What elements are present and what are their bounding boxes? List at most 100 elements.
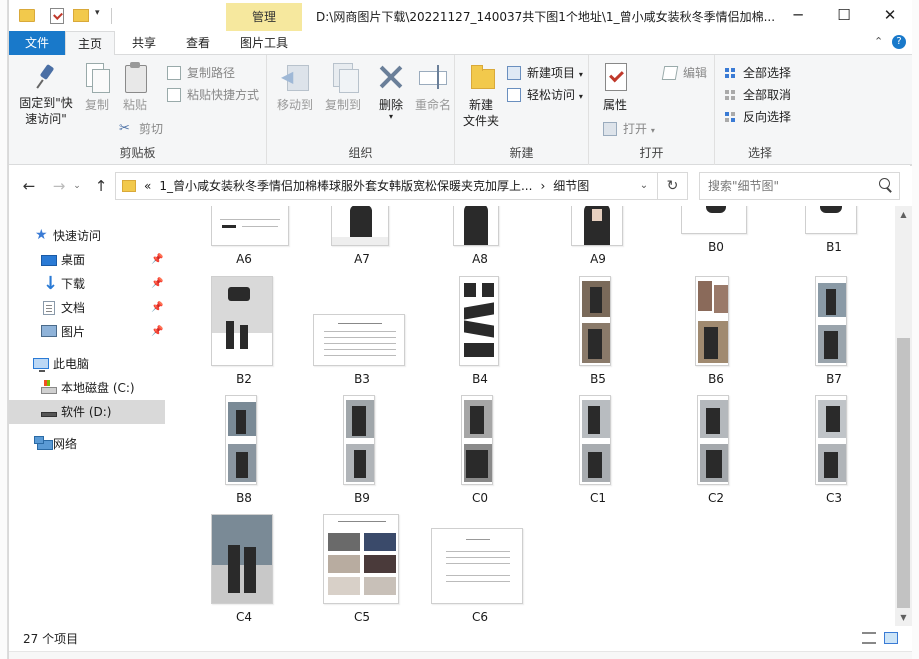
folder-icon bbox=[19, 9, 35, 22]
list-item[interactable]: B7 bbox=[775, 274, 893, 393]
collapse-ribbon-icon[interactable]: ⌃ bbox=[874, 35, 883, 48]
recent-locations-chevron-icon[interactable]: ⌄ bbox=[71, 176, 83, 196]
list-item[interactable]: C6 bbox=[421, 512, 539, 626]
copy-to-button[interactable]: 复制到 bbox=[323, 61, 363, 113]
tab-file[interactable]: 文件 bbox=[9, 31, 65, 55]
properties-quick-icon[interactable] bbox=[50, 8, 64, 24]
search-input[interactable] bbox=[700, 173, 870, 199]
copy-path-button[interactable]: 复制路径 bbox=[167, 63, 235, 83]
cut-button[interactable]: 剪切 bbox=[119, 119, 163, 139]
nav-pictures[interactable]: 图片 📌 bbox=[9, 320, 165, 344]
new-folder-quick-icon[interactable] bbox=[73, 9, 89, 22]
breadcrumb-overflow[interactable]: « bbox=[144, 179, 151, 193]
address-dropdown-icon[interactable]: ⌄ bbox=[632, 173, 656, 199]
list-item[interactable]: B5 bbox=[539, 274, 657, 393]
maximize-button[interactable]: ☐ bbox=[821, 0, 867, 31]
scrollbar-thumb[interactable] bbox=[897, 338, 910, 608]
list-item[interactable]: C2 bbox=[657, 393, 775, 512]
list-item[interactable]: B4 bbox=[421, 274, 539, 393]
pin-quick-access-button[interactable]: 固定到"快速访问" bbox=[15, 61, 77, 127]
list-item[interactable]: C1 bbox=[539, 393, 657, 512]
details-view-icon[interactable] bbox=[862, 632, 876, 644]
context-tab-manage[interactable]: 管理 bbox=[226, 3, 302, 31]
file-name: C3 bbox=[825, 491, 842, 505]
paste-button[interactable]: 粘贴 bbox=[115, 61, 155, 113]
close-button[interactable]: ✕ bbox=[867, 0, 913, 31]
list-item[interactable]: A7 bbox=[303, 206, 421, 266]
open-button[interactable]: 打开 ▾ bbox=[603, 119, 655, 139]
group-new: 新建 文件夹 新建项目 ▾ 轻松访问 ▾ 新建 bbox=[455, 55, 589, 165]
nav-this-pc[interactable]: 此电脑 bbox=[9, 352, 165, 376]
list-item[interactable]: B3 bbox=[303, 274, 421, 393]
list-item[interactable]: A8 bbox=[421, 206, 539, 266]
scroll-up-icon[interactable]: ▲ bbox=[895, 206, 912, 223]
properties-button[interactable]: 属性 bbox=[595, 61, 635, 113]
forward-arrow-icon[interactable]: → bbox=[49, 176, 69, 196]
nav-quick-access[interactable]: ★ 快速访问 bbox=[9, 224, 165, 248]
rename-button[interactable]: 重命名 bbox=[413, 61, 453, 113]
list-item[interactable]: B8 bbox=[185, 393, 303, 512]
up-arrow-icon[interactable]: ↑ bbox=[91, 176, 111, 196]
back-arrow-icon[interactable]: ← bbox=[19, 176, 39, 196]
large-icons-view-icon[interactable] bbox=[884, 632, 898, 644]
nav-local-disk-c[interactable]: 本地磁盘 (C:) bbox=[9, 376, 165, 400]
move-to-button[interactable]: 移动到 bbox=[275, 61, 315, 113]
select-none-button[interactable]: 全部取消 bbox=[723, 85, 791, 105]
address-bar[interactable]: «1_曾小咸女装秋冬季情侣加棉棒球服外套女韩版宽松保暖夹克加厚上... › 细节图 … bbox=[115, 172, 658, 200]
tab-picture-tools[interactable]: 图片工具 bbox=[229, 31, 299, 55]
new-item-button[interactable]: 新建项目 ▾ bbox=[507, 63, 583, 83]
file-name: A7 bbox=[354, 252, 370, 266]
copy-button[interactable]: 复制 bbox=[77, 61, 117, 113]
new-item-dropdown-icon: ▾ bbox=[578, 70, 583, 79]
minimize-button[interactable]: ─ bbox=[775, 0, 821, 31]
nav-desktop[interactable]: 桌面 📌 bbox=[9, 248, 165, 272]
list-item[interactable]: B6 bbox=[657, 274, 775, 393]
list-item[interactable]: B2 bbox=[185, 274, 303, 393]
list-item[interactable]: B1 bbox=[775, 206, 893, 254]
refresh-icon[interactable]: ↻ bbox=[658, 172, 688, 200]
breadcrumb-current[interactable]: 细节图 bbox=[553, 179, 589, 193]
file-name: A6 bbox=[236, 252, 252, 266]
invert-selection-button[interactable]: 反向选择 bbox=[723, 107, 791, 127]
folder-icon bbox=[122, 180, 136, 192]
search-icon[interactable] bbox=[879, 178, 893, 192]
edit-label: 编辑 bbox=[683, 66, 708, 80]
nav-network[interactable]: 网络 bbox=[9, 432, 165, 456]
scroll-down-icon[interactable]: ▼ bbox=[895, 609, 912, 626]
tab-home[interactable]: 主页 bbox=[65, 31, 115, 56]
list-item[interactable]: C4 bbox=[185, 512, 303, 626]
list-item[interactable]: C0 bbox=[421, 393, 539, 512]
thumbnail bbox=[695, 276, 729, 366]
item-count: 27 个项目 bbox=[23, 632, 79, 646]
pin-icon[interactable]: 📌 bbox=[151, 296, 163, 320]
list-item[interactable]: C5 bbox=[303, 512, 421, 626]
edit-button[interactable]: 编辑 bbox=[661, 63, 708, 83]
tab-share[interactable]: 共享 bbox=[119, 31, 169, 55]
nav-software-d[interactable]: 软件 (D:) bbox=[9, 400, 165, 424]
breadcrumb-separator[interactable]: › bbox=[540, 179, 545, 193]
list-item[interactable]: A6 bbox=[185, 206, 303, 266]
list-item[interactable]: C3 bbox=[775, 393, 893, 512]
list-item[interactable]: A9 bbox=[539, 206, 657, 266]
paste-shortcut-button[interactable]: 粘贴快捷方式 bbox=[167, 85, 259, 105]
thumbnail bbox=[459, 276, 499, 366]
pin-icon[interactable]: 📌 bbox=[151, 248, 163, 272]
delete-button[interactable]: 删除 ▾ bbox=[373, 61, 409, 121]
delete-dropdown-icon[interactable]: ▾ bbox=[373, 113, 409, 121]
pin-icon[interactable]: 📌 bbox=[151, 272, 163, 296]
breadcrumb-parent[interactable]: 1_曾小咸女装秋冬季情侣加棉棒球服外套女韩版宽松保暖夹克加厚上... bbox=[159, 179, 532, 193]
list-item[interactable]: B9 bbox=[303, 393, 421, 512]
help-icon[interactable]: ? bbox=[892, 35, 906, 49]
select-all-button[interactable]: 全部选择 bbox=[723, 63, 791, 83]
vertical-scrollbar[interactable]: ▲ ▼ bbox=[895, 206, 912, 626]
pictures-icon bbox=[41, 325, 57, 337]
pin-icon[interactable]: 📌 bbox=[151, 320, 163, 344]
easy-access-button[interactable]: 轻松访问 ▾ bbox=[507, 85, 583, 105]
list-item[interactable]: B0 bbox=[657, 206, 775, 254]
tab-view[interactable]: 查看 bbox=[173, 31, 223, 55]
paste-label: 粘贴 bbox=[122, 98, 147, 112]
quick-access-toolbar-dropdown[interactable]: ▾ bbox=[95, 8, 100, 26]
nav-downloads[interactable]: 下载 📌 bbox=[9, 272, 165, 296]
nav-documents[interactable]: 文档 📌 bbox=[9, 296, 165, 320]
new-folder-button[interactable]: 新建 文件夹 bbox=[461, 61, 501, 129]
